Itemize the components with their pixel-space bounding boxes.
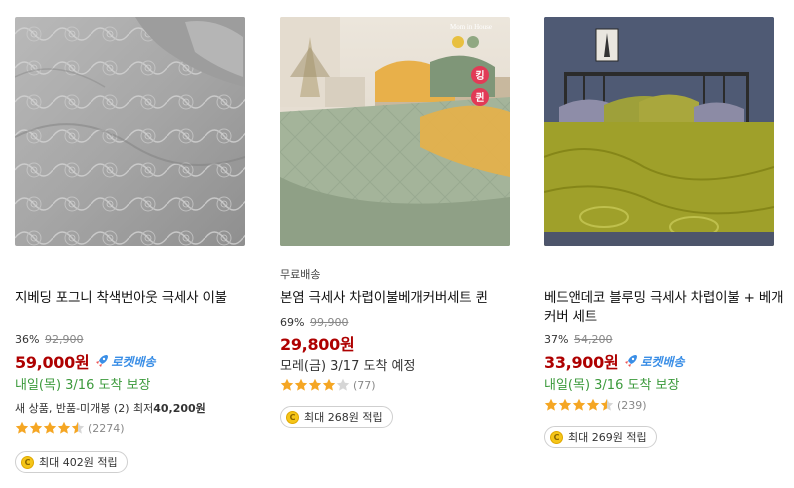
reward-text: 최대 269원 적립	[568, 431, 647, 444]
product-image[interactable]	[15, 17, 245, 246]
coin-icon: C	[550, 430, 563, 444]
star-icon	[294, 378, 308, 391]
star-icon	[71, 421, 85, 434]
rating: (239)	[544, 398, 647, 412]
rocket-icon	[625, 355, 638, 367]
product-image[interactable]	[544, 17, 774, 246]
star-icon	[308, 378, 322, 391]
price-row: 33,900원 로켓배송	[544, 349, 685, 373]
rocket-label: 로켓배송	[640, 354, 685, 369]
rating: (77)	[280, 378, 376, 392]
delivery-info: 내일(목) 3/16 도착 보장	[544, 378, 680, 393]
star-icon	[336, 378, 350, 391]
product-title[interactable]: 지베딩 포그니 착색번아웃 극세사 이불	[15, 289, 261, 308]
free-shipping-tag: 무료배송	[280, 268, 321, 281]
size-badge-queen: 퀸	[475, 92, 484, 104]
sale-price: 29,800원	[280, 335, 355, 354]
size-badge-king: 킹	[475, 70, 484, 82]
coin-icon: C	[21, 455, 34, 469]
reward-badge: C 최대 268원 적립	[280, 406, 393, 428]
original-price: 92,900	[44, 333, 84, 346]
coin-icon: C	[286, 410, 299, 424]
discount-rate: 36%	[15, 333, 40, 346]
star-icon	[572, 398, 586, 411]
product-image[interactable]: Mom in House 킹 퀸	[280, 17, 510, 246]
discount-info: 37% 54,200	[544, 333, 612, 346]
green-comforter-bedroom-image: Mom in House 킹 퀸	[280, 17, 510, 246]
star-icon	[29, 421, 43, 434]
original-price: 54,200	[573, 333, 613, 346]
star-icon	[558, 398, 572, 411]
rocket-delivery-badge: 로켓배송	[624, 353, 685, 370]
star-icon	[15, 421, 29, 434]
original-price: 99,900	[309, 316, 349, 329]
star-icon	[43, 421, 57, 434]
image-brand-text: Mom in House	[450, 23, 492, 31]
reward-badge: C 최대 402원 적립	[15, 451, 128, 473]
rocket-delivery-badge: 로켓배송	[95, 353, 156, 370]
review-count: (2274)	[88, 421, 125, 435]
rating: (2274)	[15, 421, 125, 435]
product-title[interactable]: 본염 극세사 차렵이불베개커버세트 퀸	[280, 289, 526, 308]
sale-price: 33,900원	[544, 353, 619, 372]
price-row: 29,800원	[280, 331, 355, 355]
rocket-label: 로켓배송	[111, 354, 156, 369]
star-rating	[544, 398, 614, 412]
olive-comforter-bedroom-image	[544, 17, 774, 246]
other-offers-price: 40,200원	[153, 402, 206, 415]
other-offers-text: 새 상품, 반품-미개봉 (2) 최저	[15, 402, 154, 415]
delivery-info: 모레(금) 3/17 도착 예정	[280, 359, 416, 374]
gray-quilted-comforter-image	[15, 17, 245, 246]
reward-badge: C 최대 269원 적립	[544, 426, 657, 448]
star-rating	[15, 421, 85, 435]
star-icon	[280, 378, 294, 391]
star-icon	[600, 398, 614, 411]
star-rating	[280, 378, 350, 392]
reward-text: 최대 268원 적립	[304, 411, 383, 424]
star-icon	[544, 398, 558, 411]
review-count: (77)	[353, 378, 376, 392]
review-count: (239)	[617, 398, 647, 412]
star-icon	[57, 421, 71, 434]
rocket-icon	[96, 355, 109, 367]
price-row: 59,000원 로켓배송	[15, 349, 156, 373]
sale-price: 59,000원	[15, 353, 90, 372]
discount-info: 69% 99,900	[280, 316, 348, 329]
star-icon	[322, 378, 336, 391]
star-icon	[586, 398, 600, 411]
product-title[interactable]: 베드앤데코 블루밍 극세사 차렵이불 + 베개커버 세트	[544, 289, 790, 327]
discount-rate: 69%	[280, 316, 305, 329]
discount-info: 36% 92,900	[15, 333, 83, 346]
delivery-info: 내일(목) 3/16 도착 보장	[15, 378, 151, 393]
reward-text: 최대 402원 적립	[39, 456, 118, 469]
other-offers[interactable]: 새 상품, 반품-미개봉 (2) 최저40,200원	[15, 400, 206, 416]
discount-rate: 37%	[544, 333, 569, 346]
